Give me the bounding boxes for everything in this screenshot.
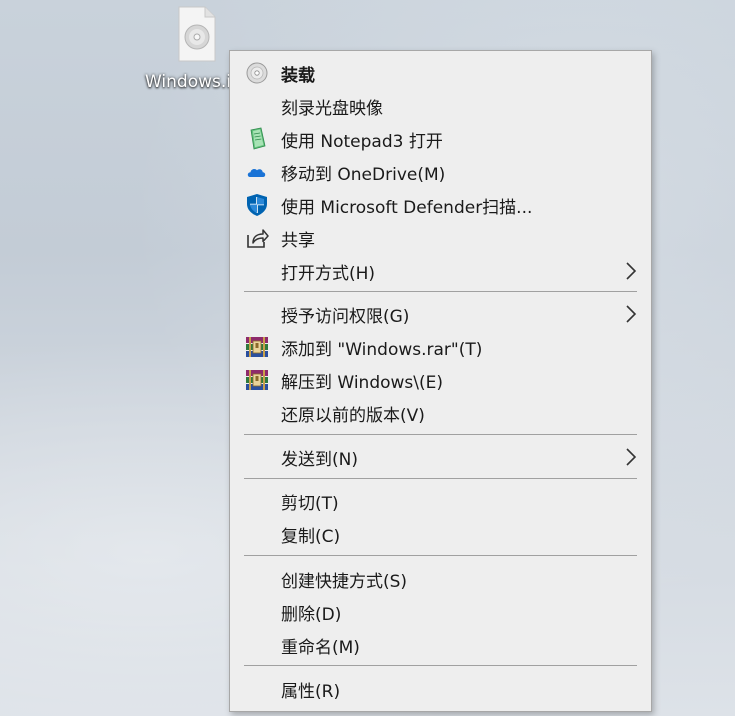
winrar-icon: [246, 370, 268, 390]
menu-item-mount[interactable]: 装载: [233, 56, 648, 89]
winrar-icon: [246, 337, 268, 357]
menu-item-label: 打开方式(H): [281, 264, 376, 284]
menu-item-label: 使用 Notepad3 打开: [281, 132, 443, 152]
menu-item-label: 复制(C): [281, 527, 341, 547]
menu-item-create-shortcut[interactable]: 创建快捷方式(S): [233, 562, 648, 595]
menu-item-label: 添加到 "Windows.rar"(T): [281, 340, 483, 360]
menu-item-label: 解压到 Windows\(E): [281, 373, 444, 393]
menu-item-add-to-archive[interactable]: 添加到 "Windows.rar"(T): [233, 330, 648, 363]
menu-item-label: 移动到 OneDrive(M): [281, 165, 446, 185]
defender-shield-icon: [247, 194, 267, 216]
menu-item-label: 删除(D): [281, 605, 342, 625]
menu-separator: [244, 291, 637, 292]
disc-image-file-icon: [178, 6, 216, 62]
share-icon: [247, 229, 269, 248]
menu-item-share[interactable]: 共享: [233, 221, 648, 254]
menu-item-label: 共享: [281, 231, 315, 251]
menu-item-move-to-onedrive[interactable]: 移动到 OneDrive(M): [233, 155, 648, 188]
menu-item-defender-scan[interactable]: 使用 Microsoft Defender扫描...: [233, 188, 648, 221]
context-menu: 装载 刻录光盘映像 使用 Notepad3 打开 移动到 OneDrive(M)…: [229, 50, 652, 712]
menu-item-label: 发送到(N): [281, 450, 358, 470]
chevron-right-icon: [626, 305, 637, 323]
menu-separator: [244, 434, 637, 435]
menu-item-label: 属性(R): [281, 682, 341, 702]
menu-item-label: 剪切(T): [281, 494, 339, 514]
menu-item-delete[interactable]: 删除(D): [233, 595, 648, 628]
menu-item-send-to[interactable]: 发送到(N): [233, 440, 648, 473]
menu-item-open-with-notepad3[interactable]: 使用 Notepad3 打开: [233, 122, 648, 155]
menu-separator: [244, 478, 637, 479]
menu-item-give-access[interactable]: 授予访问权限(G): [233, 297, 648, 330]
menu-separator: [244, 555, 637, 556]
disc-icon: [246, 62, 268, 84]
menu-item-open-with[interactable]: 打开方式(H): [233, 254, 648, 287]
menu-item-burn-disc-image[interactable]: 刻录光盘映像: [233, 89, 648, 122]
onedrive-cloud-icon: [247, 169, 266, 177]
menu-item-label: 刻录光盘映像: [281, 99, 383, 119]
menu-item-properties[interactable]: 属性(R): [233, 672, 648, 705]
menu-item-extract-to-folder[interactable]: 解压到 Windows\(E): [233, 363, 648, 396]
menu-item-rename[interactable]: 重命名(M): [233, 628, 648, 661]
menu-item-cut[interactable]: 剪切(T): [233, 484, 648, 517]
menu-item-label: 使用 Microsoft Defender扫描...: [281, 198, 533, 218]
menu-item-label: 装载: [281, 66, 315, 86]
chevron-right-icon: [626, 262, 637, 280]
menu-item-restore-previous-versions[interactable]: 还原以前的版本(V): [233, 396, 648, 429]
menu-item-copy[interactable]: 复制(C): [233, 517, 648, 550]
menu-separator: [244, 665, 637, 666]
chevron-right-icon: [626, 448, 637, 466]
menu-item-label: 还原以前的版本(V): [281, 406, 425, 426]
notepad3-icon: [250, 127, 266, 150]
menu-item-label: 授予访问权限(G): [281, 307, 410, 327]
menu-item-label: 重命名(M): [281, 638, 360, 658]
menu-item-label: 创建快捷方式(S): [281, 572, 408, 592]
